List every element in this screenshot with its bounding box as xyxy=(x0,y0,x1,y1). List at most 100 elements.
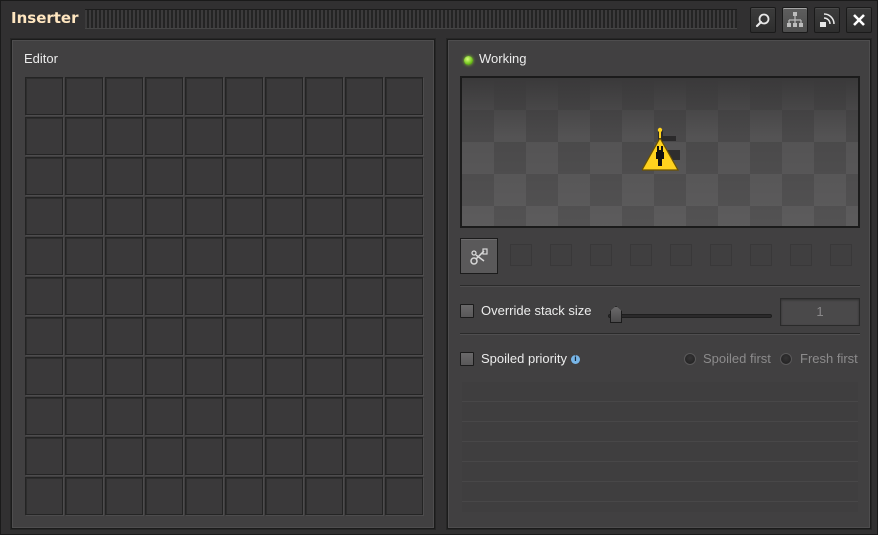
editor-slot[interactable] xyxy=(265,437,303,475)
editor-slot[interactable] xyxy=(345,477,383,515)
editor-slot[interactable] xyxy=(25,237,63,275)
editor-slot[interactable] xyxy=(145,357,183,395)
editor-slot[interactable] xyxy=(105,77,143,115)
editor-slot[interactable] xyxy=(105,317,143,355)
drag-handle[interactable] xyxy=(85,9,737,29)
editor-slot[interactable] xyxy=(185,197,223,235)
editor-slot[interactable] xyxy=(25,357,63,395)
editor-slot[interactable] xyxy=(305,277,343,315)
editor-slot[interactable] xyxy=(225,397,263,435)
editor-slot[interactable] xyxy=(225,477,263,515)
editor-slot[interactable] xyxy=(385,77,423,115)
editor-slot[interactable] xyxy=(145,437,183,475)
editor-slot[interactable] xyxy=(265,277,303,315)
editor-slot[interactable] xyxy=(185,397,223,435)
editor-slot[interactable] xyxy=(305,397,343,435)
editor-slot[interactable] xyxy=(185,77,223,115)
search-button[interactable] xyxy=(750,7,776,33)
editor-slot[interactable] xyxy=(385,277,423,315)
editor-slot[interactable] xyxy=(145,397,183,435)
editor-slot[interactable] xyxy=(185,317,223,355)
editor-slot[interactable] xyxy=(345,77,383,115)
fresh-first-radio[interactable] xyxy=(780,353,792,365)
editor-slot[interactable] xyxy=(225,317,263,355)
stack-size-input[interactable]: 1 xyxy=(780,298,860,326)
editor-slot[interactable] xyxy=(265,77,303,115)
editor-slot[interactable] xyxy=(345,117,383,155)
editor-slot[interactable] xyxy=(65,157,103,195)
editor-slot[interactable] xyxy=(345,197,383,235)
editor-slot[interactable] xyxy=(345,317,383,355)
editor-slot[interactable] xyxy=(265,157,303,195)
editor-slot[interactable] xyxy=(185,237,223,275)
editor-slot[interactable] xyxy=(105,237,143,275)
filter-slot[interactable] xyxy=(630,244,652,266)
editor-slot[interactable] xyxy=(345,157,383,195)
network-button[interactable] xyxy=(782,7,808,33)
editor-slot[interactable] xyxy=(225,77,263,115)
editor-slot[interactable] xyxy=(305,157,343,195)
editor-slot[interactable] xyxy=(305,437,343,475)
editor-slot[interactable] xyxy=(265,197,303,235)
editor-slot[interactable] xyxy=(145,197,183,235)
editor-slot[interactable] xyxy=(65,317,103,355)
editor-slot[interactable] xyxy=(225,437,263,475)
editor-slot[interactable] xyxy=(145,277,183,315)
spoiled-priority-checkbox[interactable] xyxy=(460,352,474,366)
editor-slot[interactable] xyxy=(265,477,303,515)
editor-slot[interactable] xyxy=(265,237,303,275)
editor-slot[interactable] xyxy=(305,477,343,515)
filter-slot[interactable] xyxy=(830,244,852,266)
editor-slot[interactable] xyxy=(385,317,423,355)
filter-slot[interactable] xyxy=(550,244,572,266)
editor-slot[interactable] xyxy=(185,477,223,515)
editor-slot[interactable] xyxy=(105,117,143,155)
editor-slot[interactable] xyxy=(305,357,343,395)
editor-slot[interactable] xyxy=(225,277,263,315)
editor-slot[interactable] xyxy=(305,197,343,235)
editor-slot[interactable] xyxy=(65,277,103,315)
editor-slot[interactable] xyxy=(385,197,423,235)
editor-slot[interactable] xyxy=(225,237,263,275)
editor-slot[interactable] xyxy=(225,197,263,235)
editor-slot[interactable] xyxy=(265,317,303,355)
editor-slot[interactable] xyxy=(305,117,343,155)
editor-slot[interactable] xyxy=(25,277,63,315)
editor-slot[interactable] xyxy=(25,477,63,515)
editor-slot[interactable] xyxy=(305,317,343,355)
editor-slot[interactable] xyxy=(65,77,103,115)
editor-slot[interactable] xyxy=(65,117,103,155)
editor-slot[interactable] xyxy=(385,157,423,195)
editor-slot[interactable] xyxy=(25,397,63,435)
editor-slot[interactable] xyxy=(145,477,183,515)
stack-size-slider-track[interactable] xyxy=(608,314,772,318)
spoiled-first-radio[interactable] xyxy=(684,353,696,365)
editor-slot[interactable] xyxy=(345,237,383,275)
editor-slot[interactable] xyxy=(105,157,143,195)
editor-slot[interactable] xyxy=(385,397,423,435)
editor-slot[interactable] xyxy=(25,437,63,475)
filter-mode-button[interactable] xyxy=(460,238,498,274)
close-button[interactable] xyxy=(846,7,872,33)
editor-slot[interactable] xyxy=(65,397,103,435)
editor-slot[interactable] xyxy=(225,117,263,155)
filter-slot[interactable] xyxy=(710,244,732,266)
editor-slot[interactable] xyxy=(145,157,183,195)
editor-slot[interactable] xyxy=(25,197,63,235)
filter-slot[interactable] xyxy=(510,244,532,266)
editor-slot[interactable] xyxy=(185,157,223,195)
editor-slot[interactable] xyxy=(345,397,383,435)
filter-slot[interactable] xyxy=(790,244,812,266)
filter-slot[interactable] xyxy=(670,244,692,266)
editor-slot[interactable] xyxy=(265,397,303,435)
editor-slot[interactable] xyxy=(145,117,183,155)
editor-slot[interactable] xyxy=(25,157,63,195)
editor-slot[interactable] xyxy=(385,237,423,275)
editor-slot[interactable] xyxy=(385,357,423,395)
editor-slot[interactable] xyxy=(105,397,143,435)
editor-slot[interactable] xyxy=(225,157,263,195)
filter-slot[interactable] xyxy=(590,244,612,266)
stack-size-slider-thumb[interactable] xyxy=(610,306,622,323)
editor-slot[interactable] xyxy=(345,437,383,475)
editor-slot[interactable] xyxy=(145,237,183,275)
